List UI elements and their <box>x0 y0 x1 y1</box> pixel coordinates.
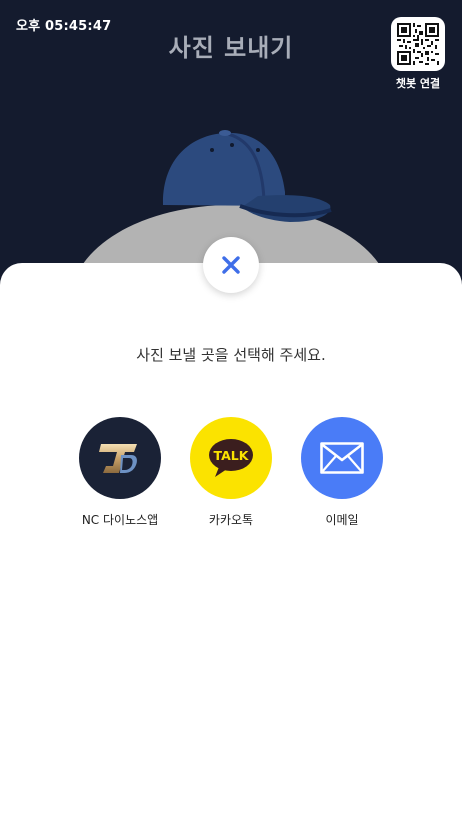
share-prompt-text: 사진 보낼 곳을 선택해 주세요. <box>136 346 326 364</box>
chatbot-connect-label[interactable]: 챗봇 연결 <box>384 75 452 91</box>
close-button[interactable] <box>203 237 259 293</box>
nc-dinos-logo-icon <box>79 417 161 499</box>
kakaotalk-icon: TALK <box>190 417 272 499</box>
close-icon <box>222 256 240 274</box>
share-option-label: NC 다이노스앱 <box>81 513 159 527</box>
chatbot-qr-button[interactable] <box>391 17 445 71</box>
share-option-email[interactable]: 이메일 <box>287 417 397 528</box>
kakaotalk-icon-text: TALK <box>214 448 250 463</box>
email-icon <box>301 417 383 499</box>
qr-code-icon <box>397 23 439 65</box>
share-option-label: 카카오톡 <box>208 513 254 527</box>
share-option-nc-dinos-app[interactable]: NC 다이노스앱 <box>65 417 175 528</box>
share-option-kakaotalk[interactable]: TALK 카카오톡 <box>176 417 286 528</box>
share-option-label: 이메일 <box>325 513 359 527</box>
